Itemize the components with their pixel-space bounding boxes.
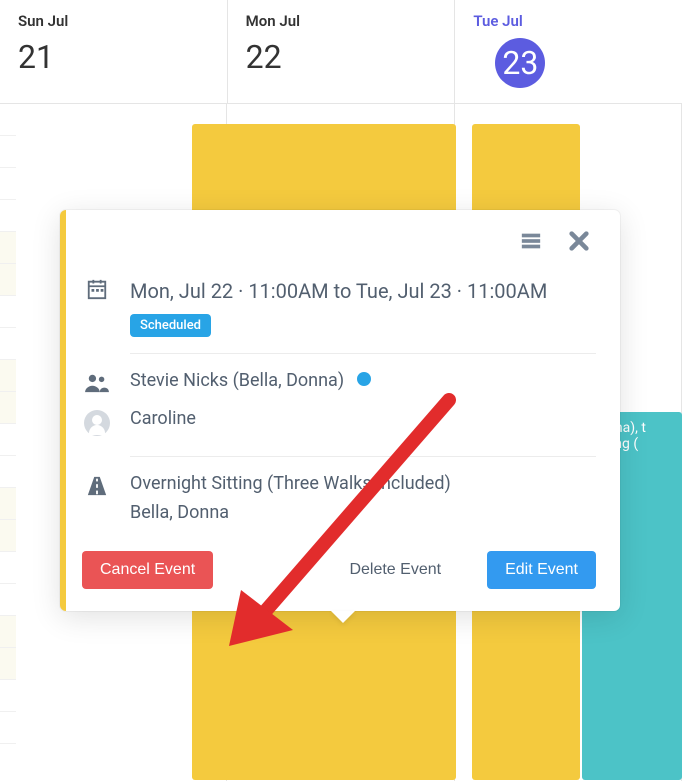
users-icon: [82, 370, 112, 398]
list-icon[interactable]: [520, 230, 542, 258]
service-name: Overnight Sitting (Three Walks Included): [130, 473, 596, 494]
client-name: Stevie Nicks (Bella, Donna): [130, 370, 344, 391]
popover-sitter-row: Caroline: [82, 408, 596, 440]
day-number: 22: [246, 38, 447, 76]
calendar-icon: [82, 276, 112, 304]
day-column-sun[interactable]: Sun Jul 21: [0, 0, 228, 103]
divider: [130, 456, 596, 457]
day-number-today: 23: [495, 38, 545, 88]
sitter-name: Caroline: [130, 408, 196, 429]
cancel-event-button[interactable]: Cancel Event: [82, 551, 213, 589]
day-column-tue[interactable]: Tue Jul 23: [455, 0, 682, 103]
popover-footer: Cancel Event Delete Event Edit Event: [82, 551, 596, 589]
calendar-header: Sun Jul 21 Mon Jul 22 Tue Jul 23: [0, 0, 682, 104]
delete-event-button[interactable]: Delete Event: [331, 551, 459, 589]
day-column-mon[interactable]: Mon Jul 22: [228, 0, 456, 103]
day-number: 21: [18, 38, 219, 76]
popover-datetime-row: Mon, Jul 22 · 11:00AM to Tue, Jul 23 · 1…: [82, 276, 596, 337]
popover-client-row: Stevie Nicks (Bella, Donna): [82, 370, 596, 398]
event-popover: Mon, Jul 22 · 11:00AM to Tue, Jul 23 · 1…: [60, 210, 620, 611]
divider: [130, 353, 596, 354]
status-badge: Scheduled: [130, 314, 211, 337]
close-icon[interactable]: [568, 230, 590, 258]
popover-service-row: Overnight Sitting (Three Walks Included)…: [82, 473, 596, 523]
day-label: Sun Jul: [18, 12, 219, 30]
day-label-today: Tue Jul: [473, 12, 674, 30]
edit-event-button[interactable]: Edit Event: [487, 551, 596, 589]
popover-top-actions: [82, 230, 596, 258]
avatar-icon: [82, 408, 112, 440]
client-status-dot: [357, 372, 371, 386]
event-datetime: Mon, Jul 22 · 11:00AM to Tue, Jul 23 · 1…: [130, 276, 596, 306]
time-gutter: [0, 104, 16, 781]
day-label: Mon Jul: [246, 12, 447, 30]
road-icon: [82, 473, 112, 501]
pet-names: Bella, Donna: [130, 502, 596, 523]
